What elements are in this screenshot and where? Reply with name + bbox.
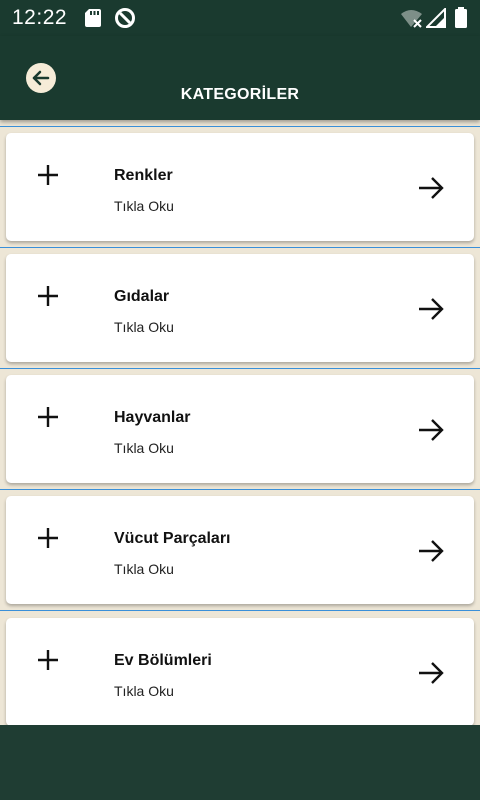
category-card-gidalar[interactable]: Gıdalar Tıkla Oku [6,254,474,362]
category-card-ev-bolumleri[interactable]: Ev Bölümleri Tıkla Oku [6,618,474,725]
sd-card-icon [84,8,102,33]
status-time: 12:22 [12,6,68,29]
list-divider [0,368,480,369]
arrow-forward-icon[interactable] [416,658,446,693]
category-card-vucut-parcalari[interactable]: Vücut Parçaları Tıkla Oku [6,496,474,604]
bottom-area [0,725,480,800]
list-divider [0,126,480,127]
category-subtitle: Tıkla Oku [114,683,174,699]
status-bar: 12:22 [0,0,480,36]
data-saver-icon [114,7,136,34]
plus-icon[interactable] [36,284,60,313]
category-title: Hayvanlar [114,409,191,426]
list-divider [0,610,480,611]
category-subtitle: Tıkla Oku [114,319,174,335]
app-bar: KATEGORİLER [0,36,480,120]
category-subtitle: Tıkla Oku [114,198,174,214]
arrow-forward-icon[interactable] [416,536,446,571]
plus-icon[interactable] [36,648,60,677]
page-title: KATEGORİLER [180,86,300,103]
list-divider [0,489,480,490]
plus-icon[interactable] [36,405,60,434]
category-title: Gıdalar [114,288,170,305]
arrow-forward-icon[interactable] [416,415,446,450]
category-subtitle: Tıkla Oku [114,440,174,456]
category-subtitle: Tıkla Oku [114,561,174,577]
category-title: Renkler [114,167,173,184]
signal-icon [424,6,446,33]
arrow-forward-icon[interactable] [416,173,446,208]
category-title: Vücut Parçaları [114,530,231,547]
battery-icon [454,7,468,34]
plus-icon[interactable] [36,526,60,555]
plus-icon[interactable] [36,163,60,192]
category-list[interactable]: Renkler Tıkla Oku Gıdalar Tıkla Oku Hayv… [0,120,480,725]
category-card-renkler[interactable]: Renkler Tıkla Oku [6,133,474,241]
category-card-hayvanlar[interactable]: Hayvanlar Tıkla Oku [6,375,474,483]
wifi-off-icon [400,9,424,34]
category-title: Ev Bölümleri [114,652,212,669]
list-divider [0,247,480,248]
arrow-forward-icon[interactable] [416,294,446,329]
